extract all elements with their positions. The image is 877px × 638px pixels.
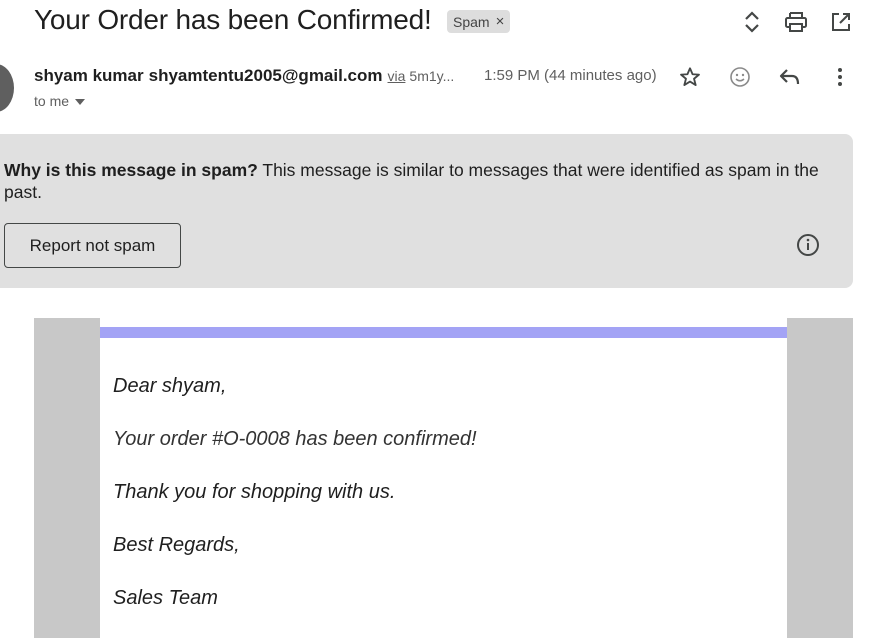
- chevron-down-icon[interactable]: [75, 99, 86, 105]
- spam-warning-heading: Why is this message in spam?: [4, 160, 258, 180]
- spam-warning-text: Why is this message in spam? This messag…: [4, 159, 844, 203]
- open-in-new-icon[interactable]: [827, 8, 855, 36]
- sender-name[interactable]: shyam kumar: [34, 66, 144, 86]
- recipient-label: to me: [34, 93, 70, 109]
- spam-label-text: Spam: [453, 13, 490, 30]
- sender-line: shyam kumar shyamtentu2005@gmail.com via…: [34, 66, 454, 86]
- email-greeting: Dear shyam,: [113, 375, 227, 397]
- more-vert-icon[interactable]: [826, 63, 854, 91]
- via-link[interactable]: via: [388, 68, 406, 84]
- star-icon[interactable]: [676, 63, 704, 91]
- via-domain: 5m1y...: [409, 68, 455, 84]
- unfold-icon[interactable]: [738, 8, 766, 36]
- emoji-icon[interactable]: [726, 63, 754, 91]
- email-accent-bar: [100, 327, 787, 338]
- spam-label-chip[interactable]: Spam ×: [447, 10, 511, 33]
- info-icon[interactable]: [795, 232, 821, 258]
- email-closing: Best Regards,: [113, 534, 240, 556]
- email-order-line: Your order #O-0008 has been confirmed!: [113, 428, 477, 450]
- email-signature: Sales Team: [113, 587, 218, 609]
- print-icon[interactable]: [782, 8, 810, 36]
- email-timestamp: 1:59 PM (44 minutes ago): [484, 67, 657, 84]
- sender-avatar[interactable]: [0, 64, 14, 112]
- recipient-toggle[interactable]: to me: [34, 93, 86, 109]
- email-subject: Your Order has been Confirmed!: [34, 4, 432, 35]
- remove-label-icon[interactable]: ×: [496, 13, 505, 30]
- sender-email[interactable]: shyamtentu2005@gmail.com: [149, 66, 383, 86]
- email-thanks-line: Thank you for shopping with us.: [113, 481, 396, 503]
- reply-icon[interactable]: [776, 63, 804, 91]
- report-not-spam-button[interactable]: Report not spam: [4, 223, 181, 268]
